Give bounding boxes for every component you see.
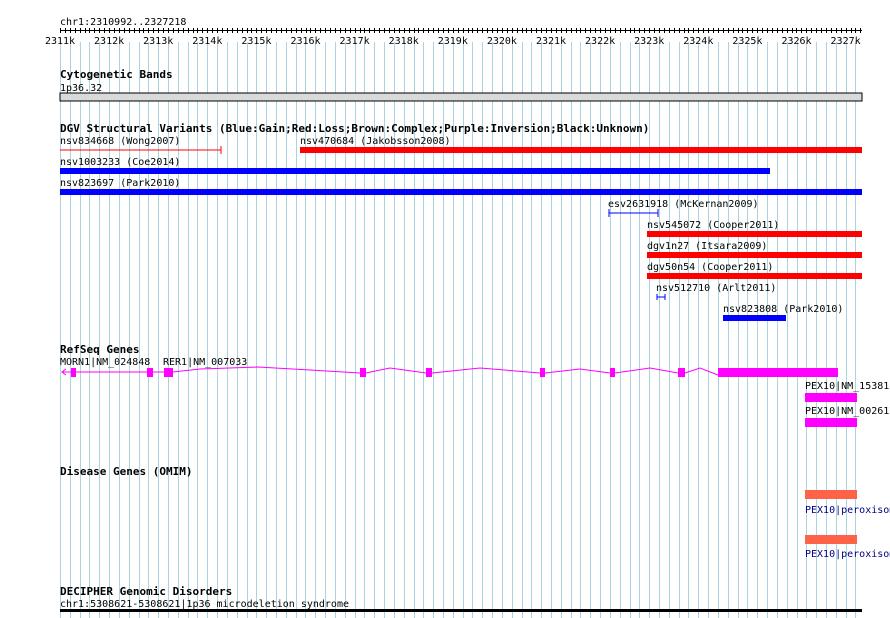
- dgv-feature-label: nsv545072 (Cooper2011): [647, 220, 779, 231]
- ruler-tick-label: 2312k: [94, 36, 124, 47]
- decipher-feature-bar[interactable]: [60, 609, 862, 612]
- dgv-feature-label: esv2631918 (McKernan2009): [608, 199, 759, 210]
- ruler-tick-label: 2316k: [290, 36, 320, 47]
- ruler-tick-label: 2324k: [683, 36, 713, 47]
- dgv-feature-label: nsv834668 (Wong2007): [60, 136, 180, 147]
- ruler-position: chr1:2310992..2327218: [60, 17, 186, 28]
- dgv-feature-bar[interactable]: [60, 189, 862, 195]
- ruler-tick-label: 2323k: [634, 36, 664, 47]
- ruler-tick-label: 2317k: [340, 36, 370, 47]
- genome-browser-view: chr1:2310992..2327218 2311k 2312k 2313k 231…: [0, 0, 890, 618]
- dgv-feature-bar[interactable]: [723, 315, 786, 321]
- dgv-feature-label: nsv823808 (Park2010): [723, 304, 843, 315]
- gene-exon: [610, 368, 615, 377]
- ruler-tick-label: 2326k: [781, 36, 811, 47]
- gene-exon: [147, 368, 153, 377]
- ruler-tick-label: 2325k: [732, 36, 762, 47]
- ruler-tick-label: 2314k: [192, 36, 222, 47]
- gene-exon[interactable]: [805, 418, 857, 427]
- decipher-feature-label: chr1:5308621-5308621|1p36 microdeletion …: [60, 599, 349, 610]
- cytoband-label: 1p36.32: [60, 83, 102, 94]
- dgv-feature-bar[interactable]: [60, 168, 770, 174]
- ruler-tick-label: 2315k: [241, 36, 271, 47]
- dgv-feature-bar[interactable]: [647, 252, 862, 258]
- cytoband-track[interactable]: Cytogenetic Bands 1p36.32: [59, 68, 863, 102]
- dgv-feature-label: nsv470684 (Jakobsson2008): [300, 136, 451, 147]
- refseq-track[interactable]: RefSeq Genes MORN1|NM_024848 RER1|NM_007…: [60, 343, 890, 427]
- gene-exon: [678, 368, 685, 377]
- omim-track-title: Disease Genes (OMIM): [60, 465, 192, 478]
- gene-exon: [71, 368, 76, 377]
- gene-label: RER1|NM_007033: [163, 357, 247, 368]
- dgv-feature-label: dgv1n27 (Itsara2009): [647, 241, 767, 252]
- ruler-tick-label: 2313k: [143, 36, 173, 47]
- gene-exon: [540, 368, 545, 377]
- gene-exon: [718, 368, 838, 377]
- ruler-tick-label: 2318k: [389, 36, 419, 47]
- ruler-tick-label: 2311k: [45, 36, 75, 47]
- gene-exon: [360, 368, 366, 377]
- ruler-tick-label: 2321k: [536, 36, 566, 47]
- gene-exon: [426, 368, 432, 377]
- cytoband-track-title: Cytogenetic Bands: [60, 68, 173, 81]
- omim-gene-bar[interactable]: [805, 535, 857, 544]
- dgv-feature-label: dgv50n54 (Cooper2011): [647, 262, 773, 273]
- omim-gene-bar[interactable]: [805, 490, 857, 499]
- gene-exon[interactable]: [805, 393, 857, 402]
- gene-exon: [164, 368, 173, 377]
- dgv-feature-label: nsv1003233 (Coe2014): [60, 157, 180, 168]
- dgv-track[interactable]: DGV Structural Variants (Blue:Gain;Red:L…: [60, 122, 862, 321]
- ruler: chr1:2310992..2327218 2311k 2312k 2313k 231…: [45, 17, 862, 47]
- dgv-feature-bar[interactable]: [300, 147, 862, 153]
- ruler-tick-label: 2322k: [585, 36, 615, 47]
- omim-gene-label[interactable]: PEX10|peroxisome: [805, 549, 890, 560]
- dgv-feature-label: nsv512710 (Arlt2011): [656, 283, 776, 294]
- ruler-tick-label: 2327k: [831, 36, 861, 47]
- dgv-feature-label: nsv823697 (Park2010): [60, 178, 180, 189]
- gene-label: PEX10|NM_153818: [805, 381, 890, 392]
- gene-label: PEX10|NM_002617: [805, 406, 890, 417]
- gene-label: MORN1|NM_024848: [60, 357, 150, 368]
- omim-gene-label[interactable]: PEX10|peroxisome: [805, 505, 890, 516]
- decipher-track-title: DECIPHER Genomic Disorders: [60, 585, 232, 598]
- dgv-track-title: DGV Structural Variants (Blue:Gain;Red:L…: [60, 122, 649, 135]
- refseq-track-title: RefSeq Genes: [60, 343, 139, 356]
- genome-tracks-canvas: chr1:2310992..2327218 2311k 2312k 2313k 231…: [45, 17, 890, 618]
- dgv-feature-bar[interactable]: [647, 273, 862, 279]
- cytoband-bar[interactable]: [59, 92, 863, 102]
- ruler-tick-label: 2320k: [487, 36, 517, 47]
- omim-track[interactable]: Disease Genes (OMIM) PEX10|peroxisome PE…: [60, 465, 890, 560]
- gene-intron-line[interactable]: [62, 366, 719, 376]
- dgv-feature-bar[interactable]: [647, 231, 862, 237]
- ruler-tick-label: 2319k: [438, 36, 468, 47]
- decipher-track[interactable]: DECIPHER Genomic Disorders chr1:5308621-…: [60, 585, 862, 612]
